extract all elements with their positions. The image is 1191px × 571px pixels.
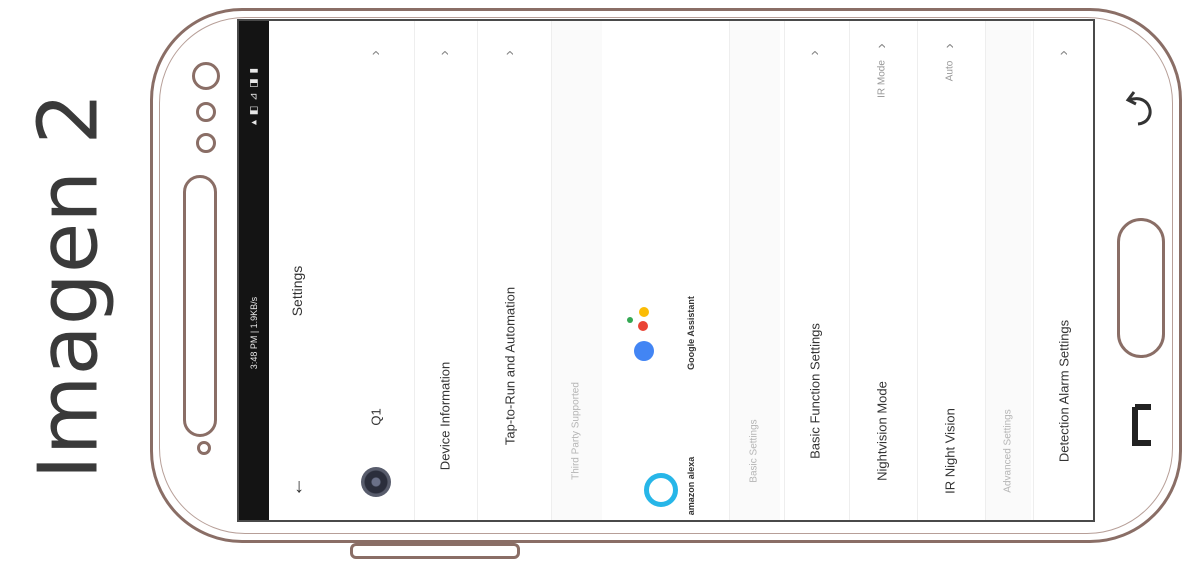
device-name: Q1 xyxy=(368,408,384,426)
sensor-dot-1 xyxy=(196,102,216,122)
chevron-right-icon: › xyxy=(941,43,958,49)
chevron-right-icon: › xyxy=(1055,50,1072,56)
ir-night-vision-label: IR Night Vision xyxy=(942,408,958,494)
chevron-right-icon: › xyxy=(436,50,453,56)
page-title: Settings xyxy=(289,265,305,317)
google-dot-red xyxy=(638,321,648,331)
menu-item-basic-function[interactable]: Basic Function Settings › xyxy=(784,21,847,520)
section-advanced-settings: Advanced Settings xyxy=(985,21,1031,520)
chevron-right-icon: › xyxy=(806,50,823,56)
status-bar: 3:48 PM | 1.9KB/s ▴ ◧ ⊿ ◨ ▮ xyxy=(239,21,269,520)
proximity-dot xyxy=(197,441,211,455)
caption-text: Imagen 2 xyxy=(21,91,117,480)
google-dot-yellow xyxy=(639,307,649,317)
ir-night-vision-value: Auto xyxy=(944,60,956,82)
app-screen: 3:48 PM | 1.9KB/s ▴ ◧ ⊿ ◨ ▮ ← Settings Q… xyxy=(237,19,1095,522)
detection-alarm-label: Detection Alarm Settings xyxy=(1056,319,1072,463)
google-assistant-label: Google Assistant xyxy=(686,296,696,370)
menu-item-tap-to-run[interactable]: Tap-to-Run and Automation › xyxy=(477,21,548,520)
alexa-icon[interactable] xyxy=(644,473,678,507)
third-party-section-label: Third Party Supported xyxy=(570,382,582,480)
camera-device-icon xyxy=(361,467,391,497)
nightvision-mode-value: IR Mode xyxy=(876,60,888,98)
google-dot-green xyxy=(627,317,633,323)
sensor-dot-2 xyxy=(196,133,216,153)
phone-side-button xyxy=(350,543,520,559)
advanced-settings-section-label: Advanced Settings xyxy=(1002,409,1014,493)
status-icons: ▴ ◧ ⊿ ◨ ▮ xyxy=(248,67,260,125)
nightvision-mode-label: Nightvision Mode xyxy=(874,381,890,481)
amazon-alexa-label: amazon alexa xyxy=(686,456,696,516)
chevron-right-icon: › xyxy=(501,50,518,56)
home-button[interactable] xyxy=(1117,218,1165,358)
back-icon[interactable] xyxy=(1124,82,1160,132)
menu-item-nightvision-mode[interactable]: Nightvision Mode IR Mode › xyxy=(849,21,915,520)
caption: Imagen 2 xyxy=(14,0,124,571)
front-camera-dot xyxy=(192,62,220,90)
menu-item-device-information[interactable]: Device Information › xyxy=(414,21,475,520)
chevron-right-icon: › xyxy=(873,43,890,49)
device-information-label: Device Information xyxy=(437,361,453,471)
chevron-right-icon[interactable]: › xyxy=(367,50,385,55)
menu-item-ir-night-vision[interactable]: IR Night Vision Auto › xyxy=(917,21,983,520)
back-arrow-icon[interactable]: ← xyxy=(286,477,309,497)
menu-item-detection-alarm[interactable]: Detection Alarm Settings › xyxy=(1033,21,1093,520)
basic-function-label: Basic Function Settings xyxy=(807,323,823,459)
google-assistant-icon[interactable] xyxy=(634,341,654,361)
tap-to-run-label: Tap-to-Run and Automation xyxy=(502,286,518,446)
recent-apps-icon[interactable] xyxy=(1129,403,1157,447)
section-basic-settings: Basic Settings xyxy=(729,21,780,520)
section-third-party: Third Party Supported xyxy=(551,21,602,520)
basic-settings-section-label: Basic Settings xyxy=(748,419,760,483)
speaker-slot xyxy=(183,175,217,437)
status-time: 3:48 PM | 1.9KB/s xyxy=(249,296,259,370)
